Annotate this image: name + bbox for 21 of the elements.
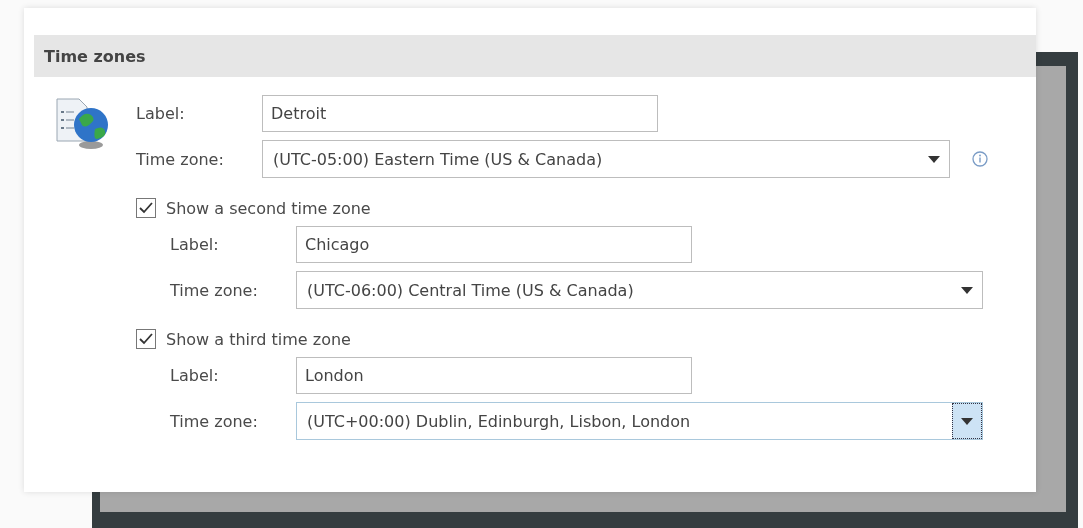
caret-icon [928,155,940,163]
time-zone-dropdown[interactable]: (UTC+00:00) Dublin, Edinburgh, Lisbon, London [296,402,983,440]
label-input[interactable]: London [296,357,692,394]
checkbox-label: Show a third time zone [166,329,351,349]
section-title: Time zones [44,46,146,66]
field-label: Label: [170,235,220,254]
label-input[interactable]: Detroit [262,95,658,132]
field-label: Time zone: [136,149,225,169]
field-label: Time zone: [170,280,259,300]
checkbox-label: Show a second time zone [166,198,371,218]
field-label: Time zone: [170,411,259,431]
time-zone-dropdown[interactable]: (UTC-06:00) Central Time (US & Canada) [296,271,983,309]
field-label: Label: [136,104,186,123]
time-zone-dropdown[interactable]: (UTC-05:00) Eastern Time (US & Canada) [262,140,950,178]
caret-icon [961,286,973,294]
checkbox[interactable] [136,329,156,349]
caret-icon [961,417,973,425]
info-icon [972,151,988,167]
checkbox[interactable] [136,198,156,218]
field-label: Label: [170,366,220,385]
label-input[interactable]: Chicago [296,226,692,263]
